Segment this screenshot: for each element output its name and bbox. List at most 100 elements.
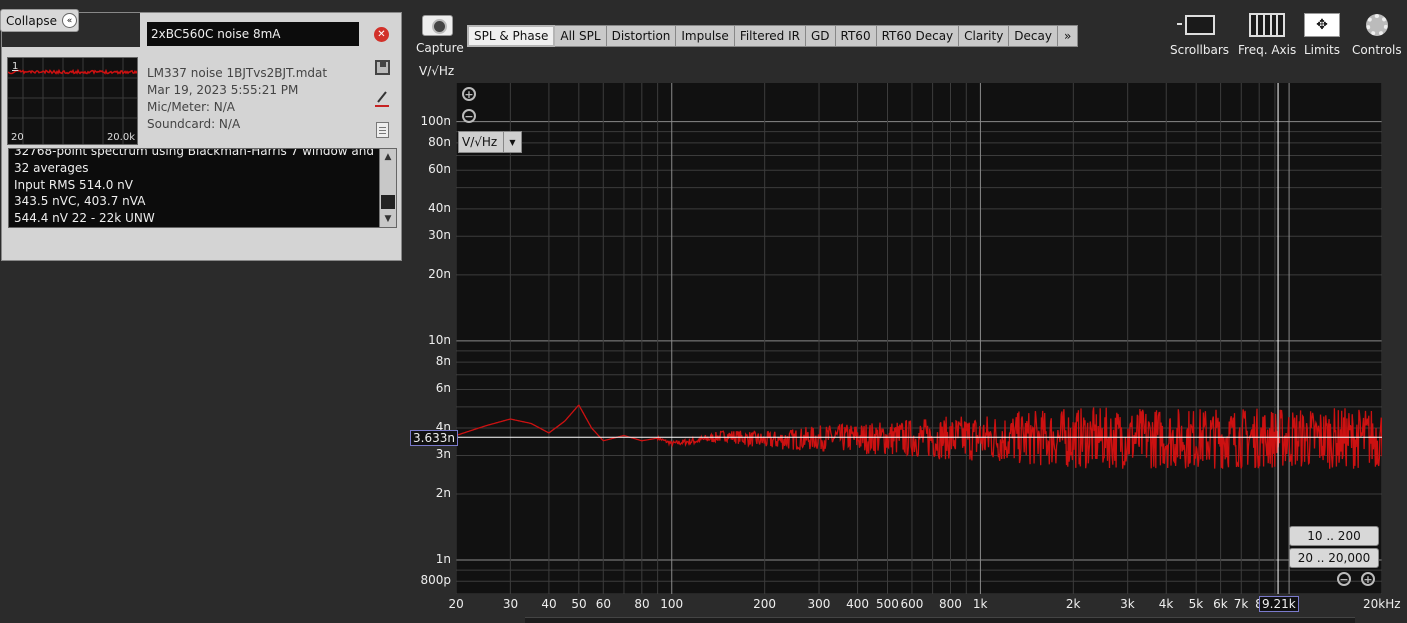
y-tick-label: 800p [420,573,451,588]
tab-more-button[interactable]: » [1057,25,1079,47]
x-tick-label: 600 [900,597,924,611]
y-tick-label: 20n [428,266,451,281]
controls-label: Controls [1352,43,1402,57]
thumbnail-x-min: 20 [11,132,24,143]
tab-gd[interactable]: GD [805,25,836,47]
soundcard-info: Soundcard: N/A [147,117,241,131]
y-tick-label: 3n [435,447,451,462]
gear-icon [1365,14,1388,36]
x-tick-label: 30 [502,597,519,611]
x-tick-label: 400 [846,597,869,611]
y-tick-label: 80n [428,134,451,149]
measurement-date: Mar 19, 2023 5:55:21 PM [147,83,299,97]
tab-rt60[interactable]: RT60 [835,25,877,47]
pen-icon[interactable] [374,90,390,108]
file-name: LM337 noise 1BJTvs2BJT.mdat [147,66,328,80]
collapse-button[interactable]: Collapse « [0,9,79,32]
y-axis-unit: V/√Hz [419,64,455,78]
mic-meter-info: Mic/Meter: N/A [147,100,235,114]
x-tick-label: 100 [660,597,684,611]
x-tick-label: 20 [448,597,464,611]
y-tick-label: 100n [420,113,451,128]
zoom-out-x-icon[interactable]: − [1337,572,1351,586]
notes-line: Input RMS 514.0 nV [14,177,133,192]
y-tick-label: 8n [435,354,451,369]
scroll-thumb[interactable] [381,195,395,209]
x-tick-label: 1k [972,597,988,611]
scrollbars-icon [1176,15,1215,35]
y-tick-label: 2n [435,486,451,501]
capture-label[interactable]: Capture [416,41,464,55]
notes-box[interactable]: 32768-point spectrum using Blackman-Harr… [8,148,397,228]
y-tick-label: 10n [428,332,451,347]
freq-axis-icon [1249,13,1286,37]
thumbnail-x-max: 20.0k [106,132,135,143]
scroll-down-icon[interactable]: ▼ [380,211,396,227]
freq-axis-tool[interactable]: Freq. Axis [1238,12,1296,57]
x-tick-label: 40 [541,597,557,611]
units-select[interactable]: V/√Hz ▼ [458,131,522,153]
x-tick-label: 4k [1158,597,1174,611]
limits-icon: ✥ [1304,13,1340,37]
notes-line: 32768-point spectrum using Blackman-Harr… [14,148,374,175]
measurement-thumbnail[interactable]: 1 20 20.0k [7,57,138,145]
notes-line: 343.5 nVC, 403.7 nVA [14,194,146,209]
range-20-20000-button[interactable]: 20 .. 20,000 [1289,548,1379,568]
range-10-200-button[interactable]: 10 .. 200 [1289,526,1379,546]
zoom-out-y-icon[interactable]: − [462,109,476,123]
x-tick-label: 500 [875,597,899,611]
y-tick-label: 60n [428,162,451,177]
x-tick-label: 200 [753,597,777,611]
y-tick-label: 6n [435,381,451,396]
y-tick-label: 1n [435,552,451,567]
x-tick-label: 60 [595,597,612,611]
plot-svg [456,83,1382,594]
tab-decay[interactable]: Decay [1009,25,1058,47]
tab-clarity[interactable]: Clarity [959,25,1010,47]
notes-line: 544.4 nV 22 - 22k UNW [14,211,155,226]
thumbnail-index: 1 [12,61,19,72]
collapse-label: Collapse [6,13,57,28]
tab-impulse[interactable]: Impulse [676,25,735,47]
tab-distortion[interactable]: Distortion [606,25,677,47]
save-icon[interactable] [375,60,390,75]
x-tick-label: 6k [1213,597,1228,611]
limits-tool[interactable]: ✥ Limits [1304,12,1340,57]
y-tick-label: 30n [428,228,451,243]
x-tick-label: 3k [1120,597,1135,611]
units-select-value: V/√Hz [462,135,498,149]
x-tick-label: 50 [571,597,587,611]
measurement-panel: 2xBC560C noise 8mA ✕ 1 20 20.0k LM337 no… [1,12,402,261]
zoom-in-x-icon[interactable]: + [1361,572,1375,586]
camera-icon[interactable] [422,15,453,36]
plot-area[interactable]: + − V/√Hz ▼ 10 .. 200 20 .. 20,000 − + [456,83,1382,594]
zoom-in-y-icon[interactable]: + [462,87,476,101]
double-chevron-left-icon: « [62,13,77,28]
freq-axis-label: Freq. Axis [1238,43,1297,57]
measurement-name-input[interactable]: 2xBC560C noise 8mA [147,22,359,46]
notes-scrollbar[interactable]: ▲ ▼ [379,149,396,227]
x-tick-label: 800 [939,597,962,611]
x-tick-label: 20kHz [1363,597,1401,611]
graph-tabs: SPL & Phase All SPL Distortion Impulse F… [467,25,1079,47]
x-tick-label: 5k [1188,597,1204,611]
horizontal-scrollbar-strip[interactable] [525,617,1355,623]
chevron-down-icon[interactable]: ▼ [503,132,521,152]
cursor-x-readout: 9.21k [1259,596,1299,612]
limits-label: Limits [1304,43,1340,57]
scrollbars-tool[interactable]: Scrollbars [1170,12,1229,57]
x-tick-label: 2k [1065,597,1081,611]
controls-tool[interactable]: Controls [1352,12,1402,57]
notes-text: 32768-point spectrum using Blackman-Harr… [14,148,379,227]
cursor-y-readout: 3.633n [410,430,458,446]
tab-all-spl[interactable]: All SPL [555,25,607,47]
scroll-up-icon[interactable]: ▲ [380,149,396,165]
notes-icon[interactable] [376,122,389,138]
scrollbars-label: Scrollbars [1170,43,1230,57]
x-tick-label: 7k [1233,597,1249,611]
close-icon[interactable]: ✕ [374,27,389,42]
tab-spl-phase[interactable]: SPL & Phase [467,25,556,47]
tab-rt60-decay[interactable]: RT60 Decay [876,25,960,47]
tab-filtered-ir[interactable]: Filtered IR [734,25,806,47]
x-tick-label: 300 [807,597,831,611]
